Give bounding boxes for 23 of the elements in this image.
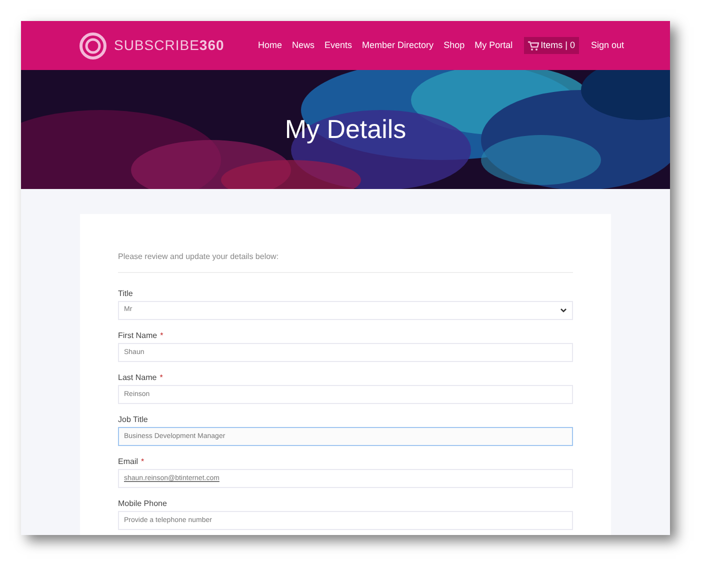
field-label: First Name (118, 331, 158, 341)
chevron-down-icon (560, 308, 567, 313)
field-label: Last Name (118, 373, 157, 383)
nav-link[interactable]: Home (258, 38, 282, 52)
brand-name: SUBSCRIBE360 (114, 36, 224, 55)
nav-link[interactable]: My Portal (474, 38, 513, 52)
logo-icon (79, 32, 107, 60)
cart-button[interactable]: Items | 0 (524, 36, 579, 54)
nav-link[interactable]: Member Directory (362, 38, 434, 52)
field-label: Title (118, 289, 133, 299)
nav-link[interactable]: Events (324, 38, 352, 52)
intro-text: Please review and update your details below: (118, 252, 573, 273)
field-label: Email (118, 457, 138, 467)
required-mark: * (160, 373, 163, 383)
field-label: Mobile Phone (118, 499, 167, 509)
nav-link[interactable]: Shop (444, 38, 465, 52)
page-title: My Details (284, 113, 406, 146)
required-mark: * (160, 331, 164, 341)
field-label: Job Title (118, 415, 148, 425)
cart-icon (528, 40, 539, 50)
required-mark: * (141, 457, 144, 467)
nav-link[interactable]: News (292, 38, 315, 52)
nav-link[interactable]: Sign out (590, 38, 624, 52)
